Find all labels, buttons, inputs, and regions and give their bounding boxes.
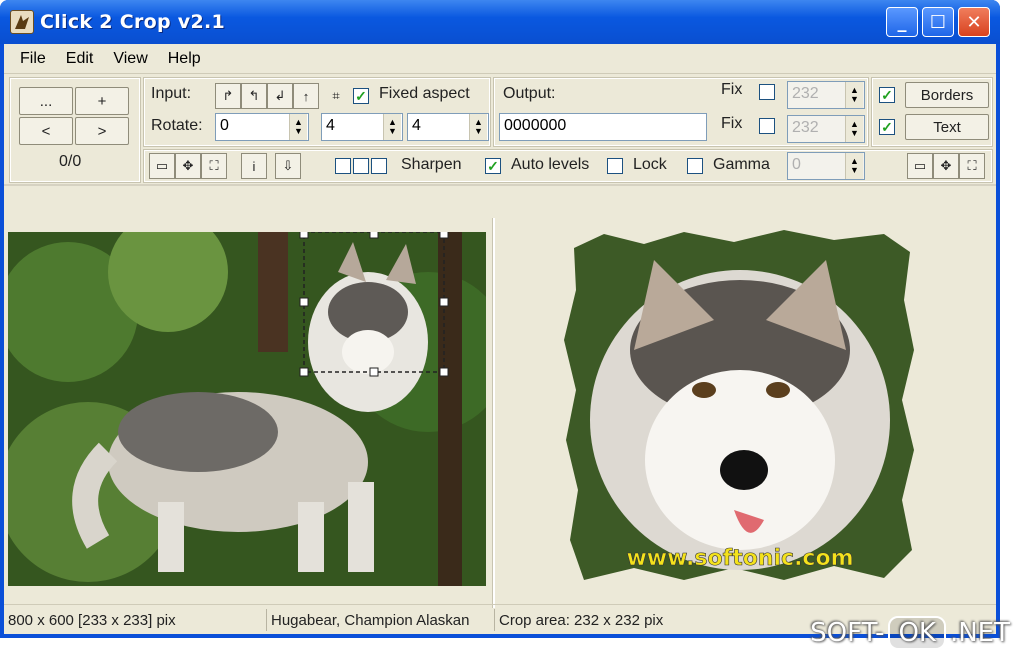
options-panel: ▭ ✥ ⛶ i ⇩ Sharpen ✓ Auto levels Lock Gam… (143, 149, 993, 183)
rotate-left-icon[interactable]: ↰ (241, 83, 267, 109)
watermark-left: SOFT- (810, 618, 885, 648)
auto-levels-label: Auto levels (511, 156, 590, 173)
menu-help[interactable]: Help (158, 50, 211, 68)
browse-button[interactable]: ... (19, 87, 73, 115)
lock-label: Lock (633, 156, 667, 173)
menu-file[interactable]: File (10, 50, 56, 68)
borders-button[interactable]: Borders (905, 82, 989, 108)
fixed-aspect-label: Fixed aspect (379, 85, 470, 102)
fix1-checkbox[interactable] (759, 84, 775, 100)
rotate-label: Rotate: (151, 117, 203, 134)
lock-checkbox[interactable] (607, 158, 623, 174)
image-area: www.softonic.com (4, 218, 996, 608)
output-preview: www.softonic.com (564, 230, 916, 582)
sharpen-level-1-checkbox[interactable] (335, 158, 351, 174)
close-button[interactable]: ✕ (958, 7, 990, 37)
watermark-ok: OK (888, 616, 946, 650)
fixed-aspect-checkbox[interactable]: ✓ (353, 88, 369, 104)
client-area: File Edit View Help ... + < > 0/0 Input:… (4, 44, 996, 634)
input-label: Input: (151, 85, 192, 102)
close-icon: ✕ (966, 11, 982, 33)
output-zoom-in-icon[interactable]: ✥ (933, 153, 959, 179)
output-zoom-fit-icon[interactable]: ⛶ (959, 153, 985, 179)
maximize-icon: ☐ (929, 11, 947, 33)
gamma-checkbox[interactable] (687, 158, 703, 174)
output-panel: Output: 0000000 Fix 232 ▲ ▼ Fix 232 ▲ ▼ (493, 77, 869, 147)
window-title: Click 2 Crop v2.1 (40, 11, 226, 33)
site-watermark: SOFT- OK .NET (810, 616, 1010, 650)
borders-checkbox[interactable]: ✓ (879, 87, 895, 103)
pane-divider[interactable] (493, 218, 495, 608)
aspect-height-spinner[interactable]: ▲ ▼ (469, 114, 487, 140)
save-icon[interactable]: ⇩ (275, 153, 301, 179)
rotate-spinner[interactable]: ▲ ▼ (289, 114, 307, 140)
preview-watermark-text: www.softonic.com (626, 546, 853, 571)
aspect-width-spinner[interactable]: ▲ ▼ (383, 114, 401, 140)
sharpen-level-3-checkbox[interactable] (371, 158, 387, 174)
minimize-button[interactable]: _ (886, 7, 918, 37)
fix1-label: Fix (721, 81, 743, 98)
zoom-in-icon[interactable]: ✥ (175, 153, 201, 179)
status-caption: Hugabear, Champion Alaskan (266, 609, 492, 631)
text-checkbox[interactable]: ✓ (879, 119, 895, 135)
fix2-checkbox[interactable] (759, 118, 775, 134)
dog-photo (8, 232, 486, 586)
gamma-spinner[interactable]: ▲ ▼ (845, 153, 863, 179)
zoom-fit-icon[interactable]: ⛶ (201, 153, 227, 179)
minimize-icon: _ (897, 11, 907, 33)
output-input[interactable]: 0000000 (499, 113, 707, 141)
menu-bar: File Edit View Help (4, 44, 996, 74)
watermark-right: .NET (949, 618, 1010, 648)
status-dimensions: 800 x 600 [233 x 233] pix (8, 611, 176, 629)
sharpen-label: Sharpen (401, 156, 462, 173)
gamma-label: Gamma (713, 156, 770, 173)
flip-icon[interactable]: ↲ (267, 83, 293, 109)
menu-view[interactable]: View (103, 50, 157, 68)
menu-edit[interactable]: Edit (56, 50, 104, 68)
app-icon (10, 10, 34, 34)
output-label: Output: (503, 85, 556, 102)
title-bar[interactable]: Click 2 Crop v2.1 _ ☐ ✕ (0, 0, 1000, 44)
fix1-spinner[interactable]: ▲ ▼ (845, 82, 863, 108)
cropped-dog-preview: www.softonic.com (564, 230, 914, 580)
fix2-label: Fix (721, 115, 743, 132)
toolbar: ... + < > 0/0 Input: ↱ ↰ ↲ ↑ ⌗ ✓ Fixed a… (4, 74, 996, 186)
maximize-button[interactable]: ☐ (922, 7, 954, 37)
navigation-panel: ... + < > 0/0 (9, 77, 141, 183)
crop-tool-icon[interactable]: ⌗ (323, 83, 349, 109)
fit-view-icon[interactable]: ▭ (149, 153, 175, 179)
sharpen-level-2-checkbox[interactable] (353, 158, 369, 174)
fix2-spinner[interactable]: ▲ ▼ (845, 116, 863, 142)
text-button[interactable]: Text (905, 114, 989, 140)
rotate-up-icon[interactable]: ↑ (293, 83, 319, 109)
next-button[interactable]: > (75, 117, 129, 145)
effects-panel: ✓ Borders ✓ Text (871, 77, 993, 147)
input-image[interactable] (8, 232, 486, 586)
auto-levels-checkbox[interactable]: ✓ (485, 158, 501, 174)
prev-button[interactable]: < (19, 117, 73, 145)
info-icon[interactable]: i (241, 153, 267, 179)
image-counter: 0/0 (59, 153, 82, 170)
app-window: Click 2 Crop v2.1 _ ☐ ✕ File Edit View H… (0, 0, 1000, 638)
status-crop-area: Crop area: 232 x 232 pix (494, 609, 794, 631)
add-button[interactable]: + (75, 87, 129, 115)
rotate-right-icon[interactable]: ↱ (215, 83, 241, 109)
input-panel: Input: ↱ ↰ ↲ ↑ ⌗ ✓ Fixed aspect Rotate: … (143, 77, 491, 147)
output-fit-view-icon[interactable]: ▭ (907, 153, 933, 179)
